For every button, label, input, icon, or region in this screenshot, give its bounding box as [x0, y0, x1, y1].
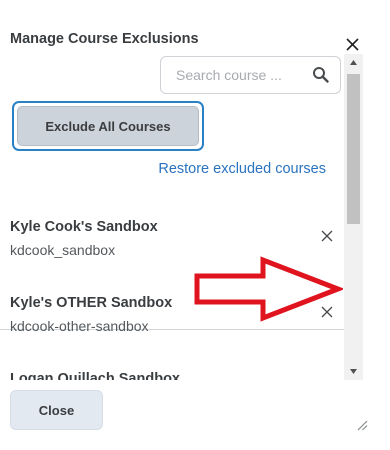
course-code: kdcook-other-sandbox — [10, 318, 149, 334]
manage-course-exclusions-dialog: Manage Course Exclusions Exclude All Cou… — [0, 0, 390, 450]
course-name: Kyle Cook's Sandbox — [10, 219, 158, 235]
search-input[interactable] — [162, 58, 304, 92]
course-code: kdcook_sandbox — [10, 242, 116, 258]
exclude-all-courses-label: Exclude All Courses — [17, 106, 199, 146]
course-name: Kyle's OTHER Sandbox — [10, 295, 173, 311]
search-button[interactable] — [306, 61, 336, 89]
resize-handle-icon[interactable] — [356, 418, 368, 431]
remove-course-icon[interactable] — [318, 227, 336, 245]
dialog-title: Manage Course Exclusions — [10, 31, 199, 47]
search-icon — [313, 67, 329, 83]
exclude-all-courses-button[interactable]: Exclude All Courses — [12, 101, 204, 151]
scrollbar[interactable] — [344, 54, 363, 380]
course-row: Logan Quillach Sandbox — [0, 351, 348, 380]
close-icon[interactable] — [343, 32, 365, 54]
scroll-up-arrow-icon[interactable] — [344, 54, 363, 71]
scrollbar-thumb[interactable] — [347, 74, 360, 224]
course-row: Kyle's OTHER Sandbox kdcook-other-sandbo… — [0, 275, 348, 351]
close-button[interactable]: Close — [10, 390, 103, 430]
course-row: Kyle Cook's Sandbox kdcook_sandbox — [0, 199, 348, 275]
restore-excluded-courses-link[interactable]: Restore excluded courses — [158, 161, 326, 177]
course-name: Logan Quillach Sandbox — [10, 371, 180, 380]
scroll-down-arrow-icon[interactable] — [344, 363, 363, 380]
dialog-content: Exclude All Courses Restore excluded cou… — [0, 54, 366, 380]
remove-course-icon[interactable] — [318, 303, 336, 321]
search-box — [160, 56, 341, 94]
